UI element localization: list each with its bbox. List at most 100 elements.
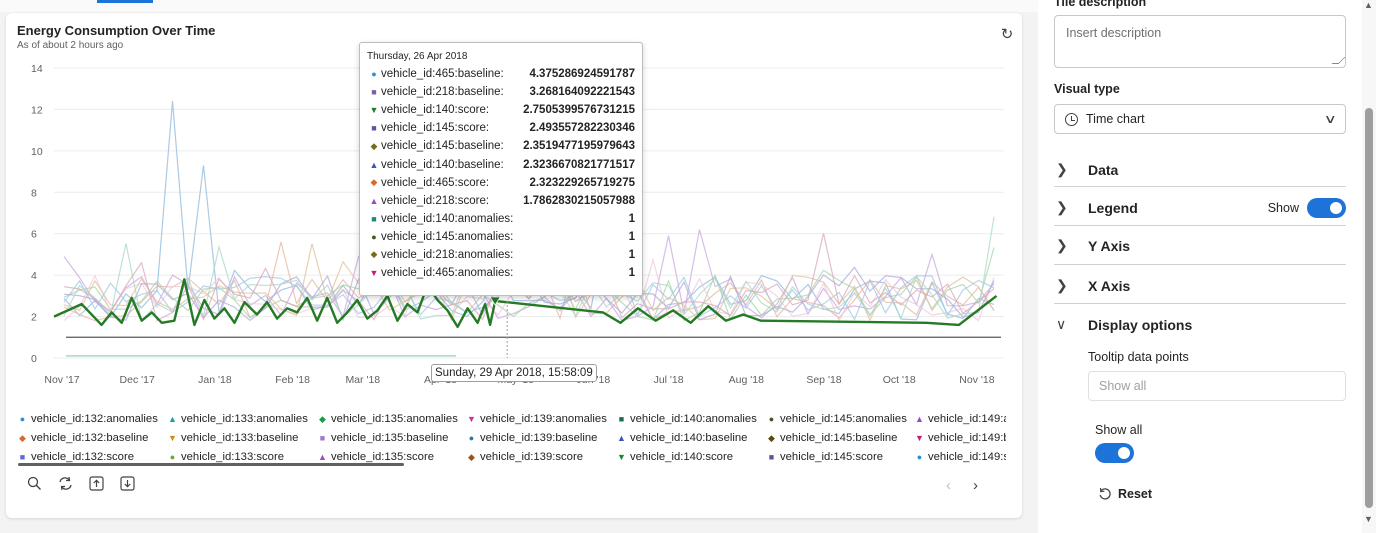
panel-scrollbar-thumb[interactable] (1365, 108, 1373, 508)
tooltip-row: ■ vehicle_id:145:score: 2.493557282230346 (367, 119, 635, 137)
legend-item[interactable]: ■ vehicle_id:145:score (765, 451, 883, 463)
chart-toolbar (26, 475, 136, 492)
chevron-right-icon[interactable]: › (973, 477, 978, 494)
series-marker-icon: ● (169, 452, 176, 462)
series-marker-icon: ◆ (19, 432, 26, 443)
series-marker-icon: ▲ (318, 452, 327, 462)
reset-zoom-icon[interactable] (57, 475, 74, 492)
legend-item[interactable]: ▼ vehicle_id:133:baseline (166, 432, 298, 444)
tooltip-date: Thursday, 26 Apr 2018 (367, 51, 468, 62)
legend-item[interactable]: ▲ vehicle_id:149:a (913, 413, 1006, 425)
scroll-down-icon[interactable]: ▼ (1364, 514, 1373, 524)
legend-item[interactable]: ● vehicle_id:139:baseline (465, 432, 598, 444)
series-marker-icon: ◆ (468, 451, 475, 462)
series-marker-icon: ◆ (370, 177, 378, 188)
tooltip-row: ■ vehicle_id:218:baseline: 3.2681640922215… (367, 83, 635, 101)
tile-description-label: Tile description (1054, 0, 1147, 9)
legend-item[interactable]: ▲ vehicle_id:140:baseline (615, 432, 747, 444)
legend-toggle[interactable] (1307, 197, 1346, 218)
description-textarea[interactable]: Insert description (1054, 15, 1346, 68)
tooltip-series-name: vehicle_id:145:baseline: (381, 140, 504, 153)
legend-item[interactable]: ◆ vehicle_id:145:baseline (765, 432, 897, 444)
series-marker-icon: ● (468, 433, 475, 443)
y-axis-ticks: 0 2 4 6 8 10 12 14 (31, 63, 43, 365)
series-marker-icon: ■ (19, 452, 26, 462)
x-tick-label: Sep '18 (806, 374, 841, 386)
chevron-down-icon: ∨ (1324, 112, 1338, 126)
show-all-toggle[interactable] (1095, 443, 1134, 463)
y-tick-label: 2 (31, 312, 37, 324)
series-marker-icon: ● (19, 414, 26, 424)
legend-item[interactable]: ▼ vehicle_id:140:score (615, 451, 733, 463)
series-marker-icon: ◆ (370, 140, 378, 151)
tooltip-series-name: vehicle_id:465:score: (381, 176, 490, 189)
legend-item[interactable]: ◆ vehicle_id:139:score (465, 451, 583, 463)
tooltip-data-points-label: Tooltip data points (1088, 350, 1189, 364)
section-y-axis[interactable]: ❯ Y Axis (1054, 226, 1346, 265)
reset-button[interactable]: Reset (1098, 487, 1152, 501)
series-marker-icon: ■ (371, 213, 377, 224)
download-icon[interactable] (119, 475, 136, 492)
legend-item[interactable]: ● vehicle_id:149:s (913, 451, 1006, 463)
legend-item[interactable]: ● vehicle_id:145:anomalies (765, 413, 907, 425)
y-tick-label: 14 (31, 63, 43, 75)
section-legend[interactable]: ❯ Legend Show (1054, 188, 1346, 227)
chevron-left-icon[interactable]: ‹ (946, 477, 951, 494)
legend-item-label: vehicle_id:133:score (181, 451, 284, 463)
legend-item-label: vehicle_id:140:anomalies (630, 413, 757, 425)
legend-item[interactable]: ● vehicle_id:133:score (166, 451, 284, 463)
section-display-options[interactable]: ∨ Display options (1054, 305, 1346, 344)
scroll-up-icon[interactable]: ▲ (1364, 0, 1373, 10)
tooltip-series-value: 1 (628, 248, 635, 261)
section-data[interactable]: ❯ Data (1054, 150, 1346, 189)
legend-item[interactable]: ◆ vehicle_id:132:baseline (16, 432, 148, 444)
x-tick-label: Nov '17 (44, 374, 79, 386)
legend-item-label: vehicle_id:149:s (928, 451, 1006, 463)
y-tick-label: 6 (31, 229, 37, 241)
legend-item[interactable]: ▼ vehicle_id:149:b (913, 432, 1006, 444)
legend-item[interactable]: ▲ vehicle_id:135:score (316, 451, 434, 463)
series-marker-icon: ◆ (370, 249, 378, 260)
tooltip-data-points-input[interactable]: Show all (1088, 371, 1346, 401)
tooltip-series-name: vehicle_id:145:score: (381, 122, 490, 135)
legend-show-wrap: Show (1267, 197, 1346, 218)
search-icon[interactable] (26, 475, 43, 492)
legend-item-label: vehicle_id:140:score (630, 451, 733, 463)
tooltip-rows: ● vehicle_id:465:baseline: 4.3752869245917… (367, 65, 635, 282)
legend-scrollbar[interactable] (18, 463, 404, 466)
series-marker-icon: ■ (768, 452, 775, 462)
legend-item[interactable]: ▲ vehicle_id:133:anomalies (166, 413, 308, 425)
x-tick-label: Jul '18 (654, 374, 684, 386)
legend-show-label: Show (1267, 200, 1299, 215)
legend-item[interactable]: ■ vehicle_id:132:score (16, 451, 134, 463)
series-marker-icon: ▼ (467, 414, 476, 424)
tooltip-series-name: vehicle_id:218:score: (381, 194, 490, 207)
section-x-axis[interactable]: ❯ X Axis (1054, 266, 1346, 305)
x-tick-label: Jan '18 (198, 374, 232, 386)
tooltip-series-value: 2.3236670821771517 (523, 158, 635, 171)
series-marker-icon: ▼ (369, 105, 379, 116)
tooltip-row: ■ vehicle_id:140:anomalies: 1 (367, 210, 635, 228)
series-marker-icon: ▼ (915, 433, 924, 443)
tooltip-series-value: 2.323229265719275 (529, 176, 635, 189)
series-marker-icon: ▼ (617, 452, 626, 462)
x-tick-label: Dec '17 (120, 374, 155, 386)
page-bottom-gap (0, 527, 1038, 533)
upload-icon[interactable] (88, 475, 105, 492)
active-tab-indicator (97, 0, 153, 3)
legend-item[interactable]: ▼ vehicle_id:139:anomalies (465, 413, 607, 425)
series-marker-icon: ■ (371, 123, 377, 134)
legend-item-label: vehicle_id:133:anomalies (181, 413, 308, 425)
legend-item[interactable]: ■ vehicle_id:135:baseline (316, 432, 449, 444)
divider (1054, 303, 1346, 304)
tooltip-row: ▲ vehicle_id:140:baseline: 2.3236670821771… (367, 155, 635, 173)
chart-legend: ● vehicle_id:132:anomalies ▲ vehicle_id:133… (16, 405, 1006, 465)
tooltip-row: ● vehicle_id:145:anomalies: 1 (367, 228, 635, 246)
legend-item[interactable]: ■ vehicle_id:140:anomalies (615, 413, 757, 425)
series-marker-icon: ● (768, 414, 775, 424)
undo-icon (1099, 487, 1111, 500)
legend-item[interactable]: ◆ vehicle_id:135:anomalies (316, 413, 458, 425)
section-y-axis-label: Y Axis (1088, 237, 1131, 254)
legend-item[interactable]: ● vehicle_id:132:anomalies (16, 413, 158, 425)
visual-type-dropdown[interactable]: Time chart ∨ (1054, 104, 1346, 134)
